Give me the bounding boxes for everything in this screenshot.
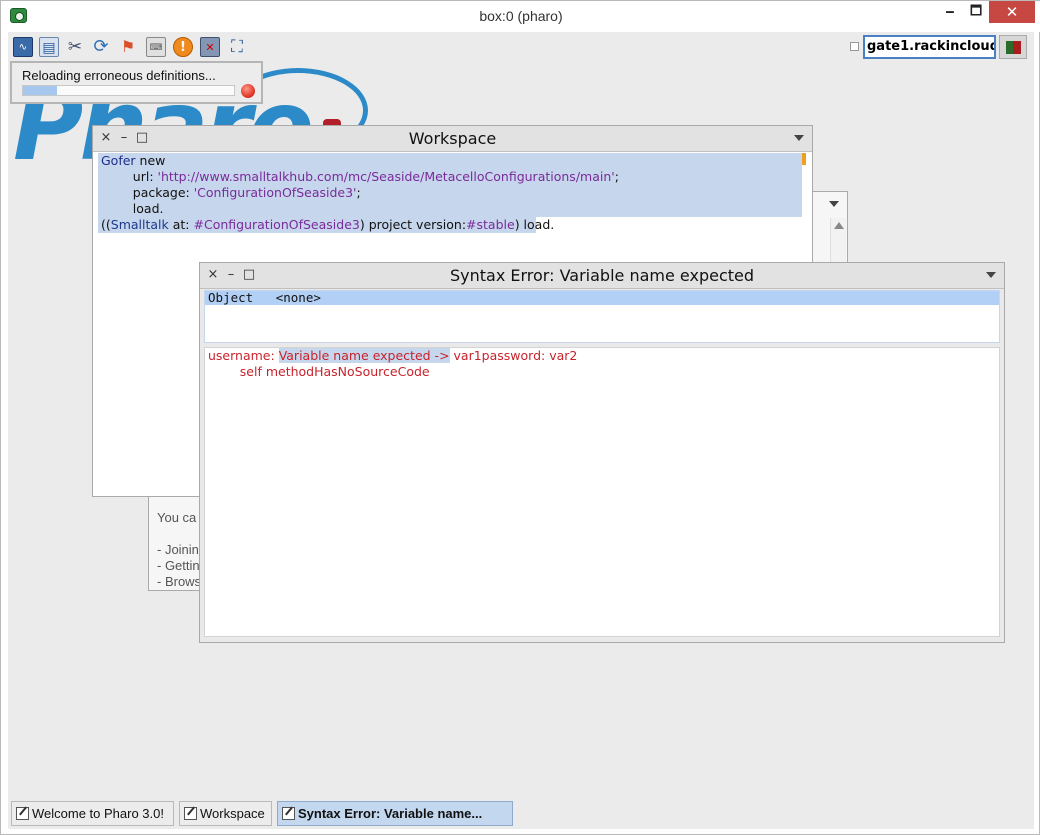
- code-line: load.: [101, 201, 164, 216]
- code-line: username: Variable name expected -> var1…: [208, 348, 578, 363]
- code-line: self methodHasNoSourceCode: [208, 364, 430, 379]
- window-icon: [184, 807, 197, 820]
- syntax-error-titlebar[interactable]: × – □ Syntax Error: Variable name expect…: [200, 263, 1004, 289]
- flag-button[interactable]: [999, 35, 1027, 59]
- task-workspace[interactable]: Workspace: [179, 801, 272, 826]
- close-button[interactable]: ✕: [989, 1, 1035, 23]
- world-toolbar: ∿ ▤ ✂ ⟳ ⚑ ⌨ ! ✕ ⛶ gate1.rackincloud.c: [8, 32, 1034, 61]
- window-title: Syntax Error: Variable name expected: [449, 266, 755, 285]
- code-line: ((Smalltalk at: #ConfigurationOfSeaside3…: [101, 217, 555, 232]
- os-titlebar[interactable]: box:0 (pharo) 🗕 🗖 ✕: [1, 1, 1040, 32]
- keyboard-icon[interactable]: ⌨: [146, 37, 166, 57]
- welcome-text: You ca - Joinin - Gettin - Brows: [157, 510, 202, 589]
- task-label: Workspace: [200, 806, 265, 821]
- pharo-world[interactable]: Pharo ∿ ▤ ✂ ⟳ ⚑ ⌨ ! ✕ ⛶ gate1.rackinclou…: [8, 32, 1034, 829]
- error-message: Variable name expected ->: [278, 348, 450, 363]
- list-item[interactable]: Object <none>: [205, 291, 999, 305]
- task-welcome[interactable]: Welcome to Pharo 3.0!: [11, 801, 174, 826]
- monitor-icon[interactable]: ∿: [13, 37, 33, 57]
- progress-fill: [23, 86, 57, 95]
- os-window: box:0 (pharo) 🗕 🗖 ✕ Pharo ∿ ▤ ✂ ⟳ ⚑ ⌨ ! …: [0, 0, 1040, 835]
- window-icon: [282, 807, 295, 820]
- tools-icon[interactable]: ✂: [65, 37, 85, 57]
- taskbar: Welcome to Pharo 3.0! Workspace Syntax E…: [8, 799, 1034, 829]
- host-input[interactable]: gate1.rackincloud.c: [863, 35, 996, 59]
- progress-bar: [22, 85, 235, 96]
- refresh-icon[interactable]: ⟳: [91, 37, 111, 57]
- syntax-error-editor[interactable]: username: Variable name expected -> var1…: [204, 347, 1000, 637]
- fullscreen-icon[interactable]: ⛶: [227, 37, 247, 57]
- progress-label: Reloading erroneous definitions...: [22, 68, 216, 83]
- maximize-button[interactable]: 🗖: [963, 1, 989, 23]
- host-checkbox[interactable]: [850, 42, 859, 51]
- progress-popup: Reloading erroneous definitions...: [10, 61, 263, 104]
- os-window-title: box:0 (pharo): [479, 8, 563, 24]
- syntax-error-window[interactable]: × – □ Syntax Error: Variable name expect…: [199, 262, 1005, 643]
- alert-icon[interactable]: !: [173, 37, 193, 57]
- class-list[interactable]: Object <none>: [204, 290, 1000, 343]
- code-line: url: 'http://www.smalltalkhub.com/mc/Sea…: [101, 169, 619, 184]
- window-icon: [16, 807, 29, 820]
- task-label: Welcome to Pharo 3.0!: [32, 806, 164, 821]
- window-menu-icon[interactable]: [829, 201, 839, 207]
- workspace-titlebar[interactable]: × – □ Workspace: [93, 126, 812, 152]
- flag-icon[interactable]: ⚑: [118, 37, 138, 57]
- minimize-button[interactable]: 🗕: [937, 1, 963, 23]
- code-line: package: 'ConfigurationOfSeaside3';: [101, 185, 361, 200]
- window-menu-icon[interactable]: [986, 272, 996, 278]
- scroll-up-icon[interactable]: [834, 222, 844, 229]
- scroll-marker: [802, 153, 806, 165]
- window-title: Workspace: [408, 129, 497, 148]
- windows-icon[interactable]: ▤: [39, 37, 59, 57]
- stop-icon[interactable]: [241, 84, 255, 98]
- disconnect-icon[interactable]: ✕: [200, 37, 220, 57]
- task-syntax-error[interactable]: Syntax Error: Variable name...: [277, 801, 513, 826]
- code-line: Gofer new: [101, 153, 166, 168]
- task-label: Syntax Error: Variable name...: [298, 806, 483, 821]
- window-menu-icon[interactable]: [794, 135, 804, 141]
